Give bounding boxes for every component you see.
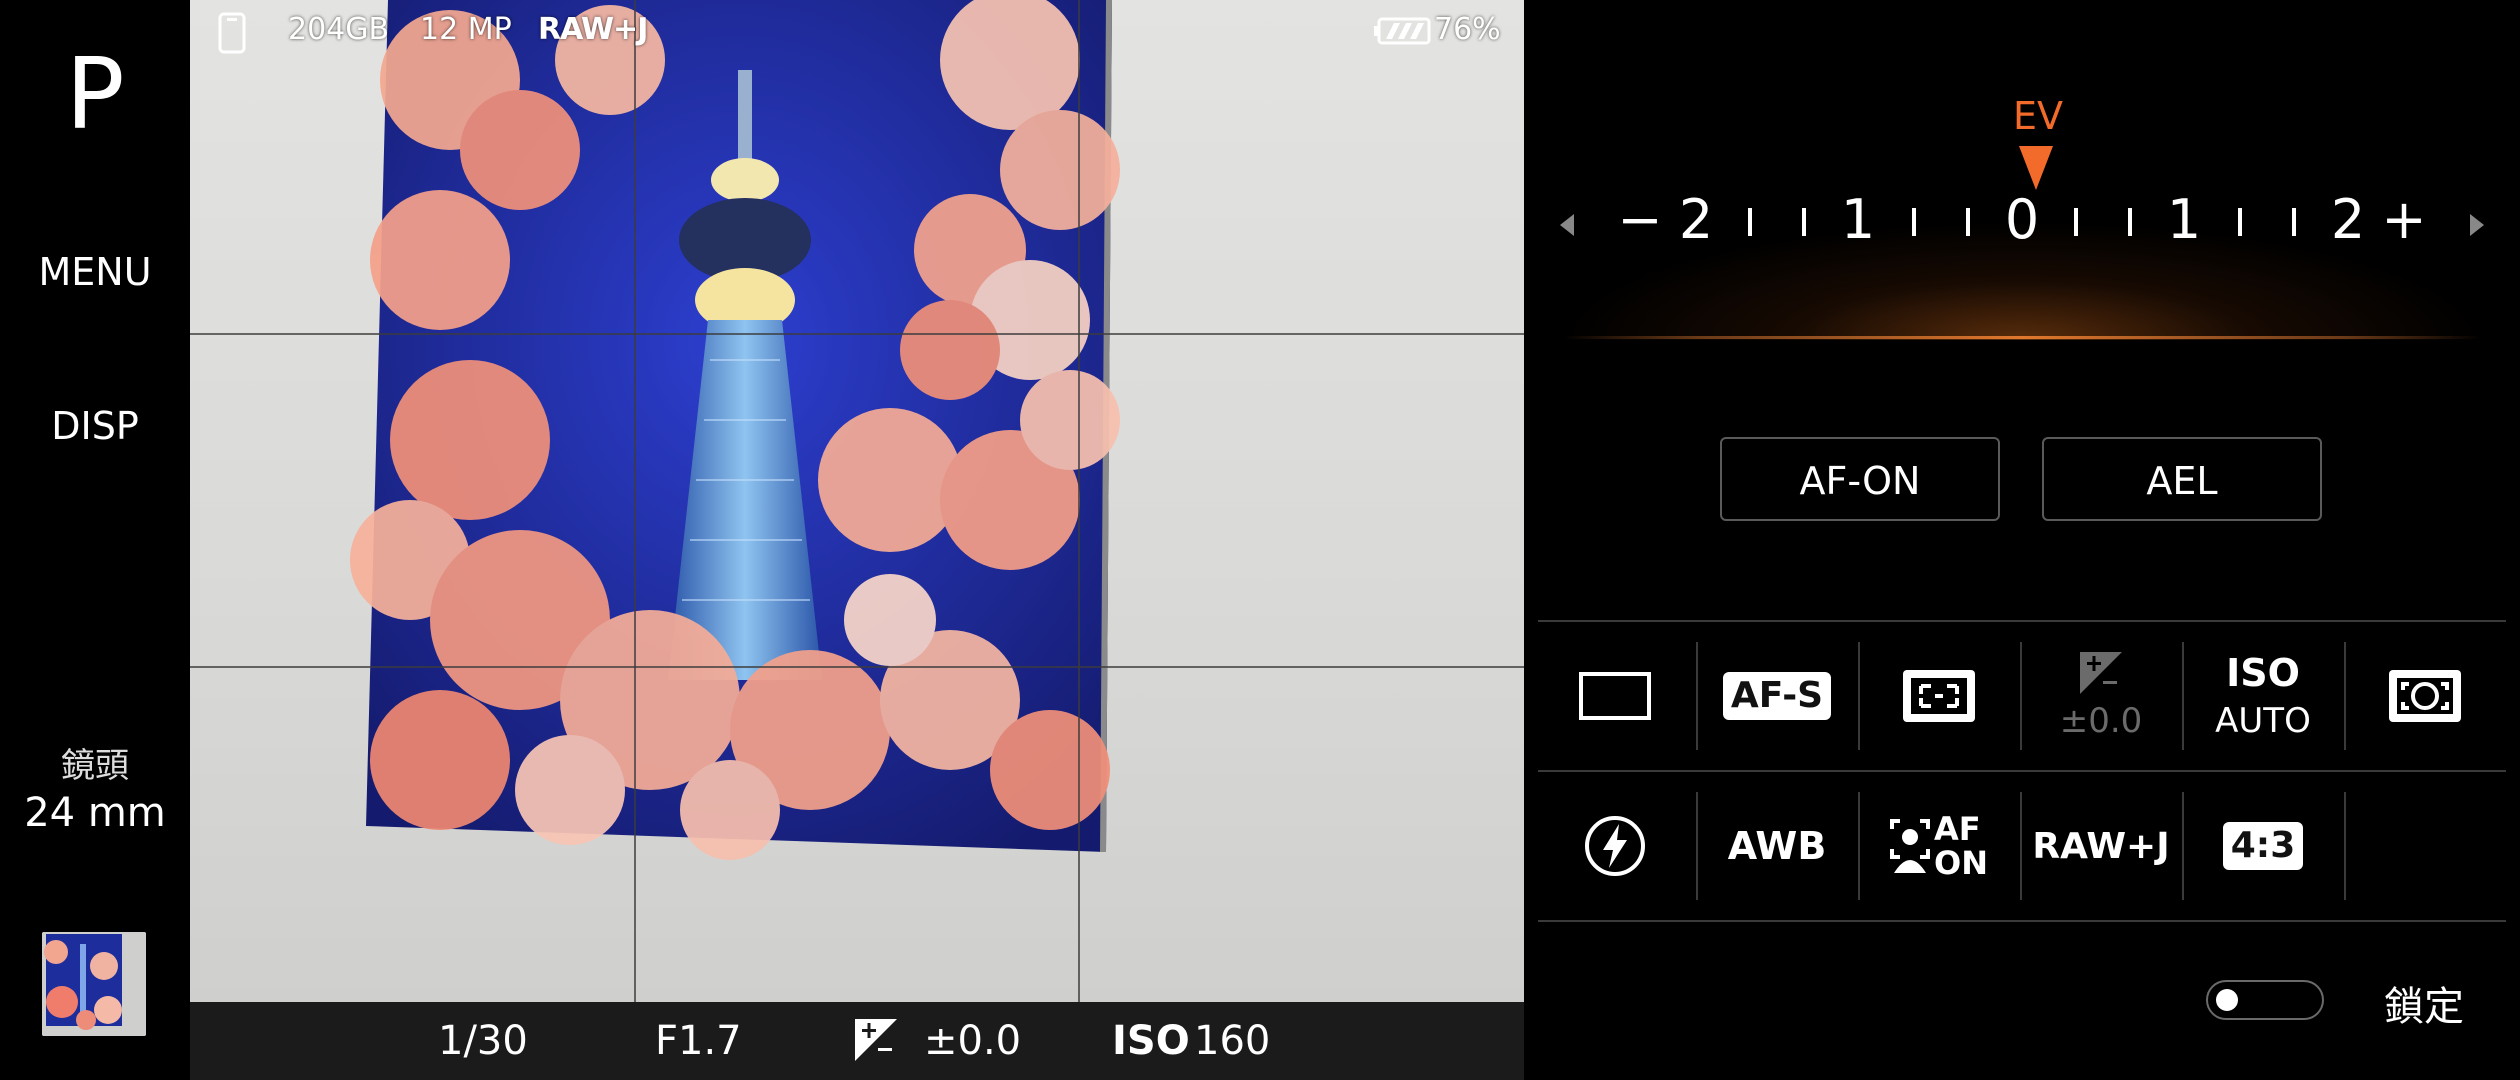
metering-icon [2389, 670, 2461, 722]
grid-line-vertical-1 [634, 0, 636, 1002]
focus-area-icon [1903, 670, 1975, 722]
ev-label: EV [2012, 94, 2063, 138]
ev-scale-label: 2 [2330, 188, 2366, 251]
grid-divider [2344, 792, 2346, 900]
iso-label: ISO [1112, 1018, 1190, 1064]
face-af-label: AF [1934, 810, 1981, 848]
aperture-value: F1.7 [655, 1018, 742, 1064]
ev-scale-plus: + [2381, 188, 2427, 251]
exposure-info-bar: 1/30 F1.7 ±0.0 ISO 160 [190, 1002, 1524, 1080]
exposure-compensation-icon [854, 1018, 898, 1074]
thumbnail-image [42, 932, 146, 1036]
ev-pointer-icon [2019, 146, 2053, 190]
metering-mode-button[interactable] [2344, 621, 2506, 771]
lock-toggle[interactable] [2206, 980, 2324, 1020]
ev-scale-tick [2128, 208, 2132, 236]
disp-button[interactable]: DISP [0, 404, 190, 448]
iso-value: AUTO [2215, 701, 2311, 741]
exposure-compensation-button[interactable]: ±0.0 [2020, 621, 2182, 771]
ev-scale-label: 2 [1678, 188, 1714, 251]
ev-scale-label: 1 [2166, 188, 2202, 251]
shutter-speed: 1/30 [438, 1018, 528, 1064]
face-af-state: ON [1934, 844, 1988, 882]
lock-label: 鎖定 [2384, 984, 2464, 1030]
ev-scale-tick [1748, 208, 1752, 236]
lens-label[interactable]: 鏡頭 [0, 738, 190, 787]
menu-button[interactable]: MENU [0, 250, 190, 294]
ev-scale-tick [2074, 208, 2078, 236]
focus-mode-button[interactable]: AF-S [1696, 621, 1858, 771]
single-shot-icon [1579, 672, 1651, 720]
grid-line-horizontal-1 [190, 333, 1524, 335]
shooting-mode-button[interactable]: P [0, 35, 190, 155]
ev-scale-minus: − [1617, 188, 1663, 251]
exposure-compensation-icon [2080, 652, 2122, 694]
camera-viewfinder[interactable]: 204GB 12 MP RAW+J 76% [190, 0, 1524, 1002]
iso-value: 160 [1194, 1018, 1271, 1064]
face-eye-af-button[interactable]: AF ON [1858, 771, 2020, 921]
lens-focal-length[interactable]: 24 mm [0, 790, 190, 836]
ev-scale-tick [1912, 208, 1916, 236]
battery-icon [1374, 16, 1432, 60]
face-af-icon [1890, 819, 1930, 873]
grid-line-vertical-2 [1078, 0, 1080, 1002]
exposure-compensation-value: ±0.0 [2059, 701, 2143, 741]
ev-scale-label: 1 [1840, 188, 1876, 251]
flash-icon [1585, 816, 1645, 876]
control-panel: EV − 2 1 0 1 2 + AF-ON AEL AF-S ±0.0 ISO… [1524, 0, 2520, 1080]
ael-button[interactable]: AEL [2042, 437, 2322, 521]
aspect-ratio-value: 4:3 [2222, 822, 2304, 870]
toggle-knob [2216, 989, 2238, 1011]
white-balance-value: AWB [1727, 824, 1827, 868]
ev-scale-tick [1966, 208, 1970, 236]
drive-mode-button[interactable] [1534, 621, 1696, 771]
ev-scale-zero[interactable]: 0 [2005, 190, 2039, 250]
ev-increase-arrow-icon[interactable] [2470, 214, 2484, 236]
file-format-button[interactable]: RAW+J [2020, 771, 2182, 921]
white-balance-button[interactable]: AWB [1696, 771, 1858, 921]
file-format-value: RAW+J [2032, 825, 2170, 867]
ev-scale-tick [2292, 208, 2296, 236]
live-view-image [350, 0, 1120, 860]
storage-remaining: 204GB [288, 12, 390, 47]
focus-area-button[interactable] [1858, 621, 2020, 771]
exposure-compensation-value: ±0.0 [924, 1018, 1022, 1064]
flash-mode-button[interactable] [1534, 771, 1696, 921]
left-rail: P MENU DISP 鏡頭 24 mm [0, 0, 190, 1080]
ev-dial-baseline [1564, 336, 2480, 339]
grid-line-horizontal-2 [190, 666, 1524, 668]
last-photo-thumbnail[interactable] [42, 932, 146, 1036]
ev-decrease-arrow-icon[interactable] [1560, 214, 1574, 236]
phone-storage-icon [218, 12, 246, 56]
aspect-ratio-button[interactable]: 4:3 [2182, 771, 2344, 921]
battery-level: 76% [1434, 12, 1501, 47]
ev-scale-tick [2238, 208, 2242, 236]
ev-scale-tick [1802, 208, 1806, 236]
focus-mode-value: AF-S [1722, 672, 1832, 720]
iso-label: ISO [2226, 651, 2300, 695]
file-format-indicator: RAW+J [538, 12, 648, 47]
af-on-button[interactable]: AF-ON [1720, 437, 2000, 521]
image-resolution: 12 MP [420, 12, 512, 47]
iso-button[interactable]: ISO AUTO [2182, 621, 2344, 771]
